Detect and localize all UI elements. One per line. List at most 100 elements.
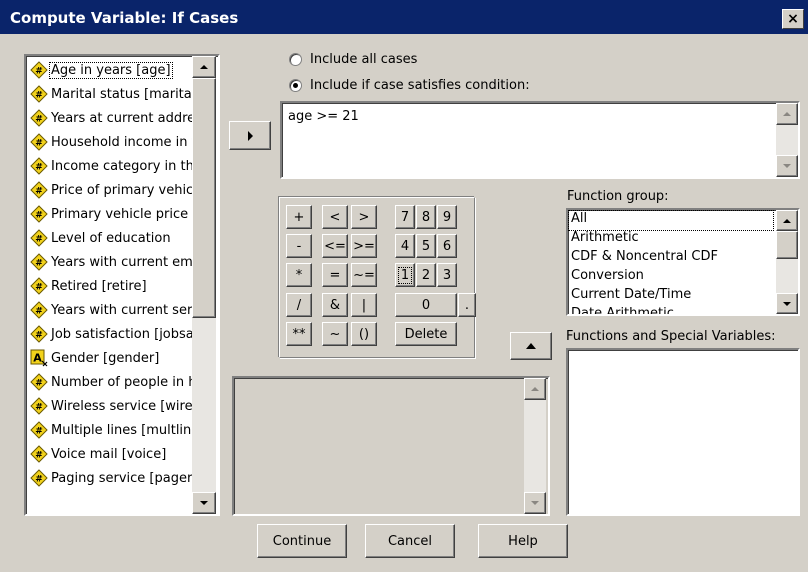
keypad-key[interactable]: 4 — [395, 234, 415, 258]
variable-item[interactable]: # Number of people in household — [30, 370, 202, 394]
function-group-scrollbar[interactable] — [776, 210, 798, 314]
function-group-item[interactable]: Current Date/Time — [571, 287, 691, 306]
keypad-key[interactable]: ~ — [322, 322, 348, 346]
keypad-key[interactable]: 0 — [395, 293, 457, 317]
variable-item[interactable]: # Level of education — [30, 226, 202, 250]
scale-ruler-icon: # — [30, 181, 48, 199]
help-button[interactable]: Help — [478, 524, 568, 558]
keypad-key-label: ~ — [329, 326, 341, 342]
scale-ruler-icon: # — [30, 85, 48, 103]
cancel-button[interactable]: Cancel — [365, 524, 455, 558]
variable-list-scroll-down[interactable] — [192, 492, 216, 514]
move-to-expression-button[interactable] — [229, 121, 271, 150]
keypad-key-label: 2 — [421, 267, 431, 283]
keypad-key[interactable]: = — [322, 263, 348, 287]
variable-list-scrollbar[interactable] — [192, 56, 216, 514]
string-a-icon: A — [30, 349, 48, 367]
variable-item[interactable]: # Income category in thousands — [30, 154, 202, 178]
svg-text:#: # — [35, 235, 43, 245]
variable-item[interactable]: # Job satisfaction [jobsat] — [30, 322, 202, 346]
functions-list[interactable] — [566, 348, 800, 516]
include-all-radio[interactable] — [289, 53, 302, 66]
function-group-scroll-thumb[interactable] — [776, 231, 798, 259]
svg-text:#: # — [35, 187, 43, 197]
include-if-radio[interactable] — [289, 79, 302, 92]
description-scroll-down[interactable] — [524, 492, 546, 514]
variable-item[interactable]: # Voice mail [voice] — [30, 442, 202, 466]
arrow-down-icon — [783, 164, 791, 168]
variable-item[interactable]: # Marital status [marital] — [30, 82, 202, 106]
scale-ruler-icon: # — [30, 397, 48, 415]
include-if-option[interactable]: Include if case satisfies condition: — [289, 78, 530, 93]
svg-text:#: # — [35, 67, 43, 77]
variable-item[interactable]: A Gender [gender] — [30, 346, 202, 370]
keypad-key[interactable]: ** — [286, 322, 312, 346]
variable-item[interactable]: # Years with current employer — [30, 250, 202, 274]
variable-label: Retired [retire] — [51, 278, 147, 294]
insert-function-button[interactable] — [510, 332, 552, 360]
keypad-key[interactable]: >= — [351, 234, 377, 258]
function-group-item[interactable]: All — [568, 210, 774, 231]
keypad-key[interactable]: 9 — [437, 205, 457, 229]
keypad-key[interactable]: < — [322, 205, 348, 229]
condition-scroll-down[interactable] — [776, 155, 798, 177]
scale-ruler-icon: # — [30, 133, 48, 151]
keypad-key[interactable]: * — [286, 263, 312, 287]
description-scroll-up[interactable] — [524, 378, 546, 400]
variable-item[interactable]: # Primary vehicle price category — [30, 202, 202, 226]
keypad-key[interactable]: Delete — [395, 322, 457, 346]
keypad-key[interactable]: 8 — [416, 205, 436, 229]
condition-scrollbar[interactable] — [776, 103, 798, 177]
function-group-item[interactable]: Arithmetic — [571, 230, 639, 249]
keypad-key[interactable]: . — [458, 293, 476, 317]
keypad-key[interactable]: ~= — [351, 263, 377, 287]
svg-text:#: # — [35, 427, 43, 437]
keypad-key[interactable]: & — [322, 293, 348, 317]
keypad-key[interactable]: 1 — [395, 263, 415, 287]
variable-label: Years with current employer — [51, 254, 202, 270]
keypad-key[interactable]: 6 — [437, 234, 457, 258]
keypad-key[interactable]: () — [351, 322, 377, 346]
description-scrollbar[interactable] — [524, 378, 546, 514]
function-group-scroll-up[interactable] — [776, 210, 798, 231]
variable-list-scroll-thumb[interactable] — [192, 78, 216, 318]
function-group-item[interactable]: Conversion — [571, 268, 644, 287]
variable-item[interactable]: # Age in years [age] — [30, 58, 202, 82]
variable-item[interactable]: # Multiple lines [multline] — [30, 418, 202, 442]
function-group-item[interactable]: CDF & Noncentral CDF — [571, 249, 718, 268]
window-title: Compute Variable: If Cases — [10, 9, 239, 27]
keypad-key[interactable]: + — [286, 205, 312, 229]
arrow-right-icon — [247, 130, 253, 141]
variable-label: Household income in thousands — [51, 134, 202, 150]
keypad-key[interactable]: <= — [322, 234, 348, 258]
continue-button[interactable]: Continue — [257, 524, 347, 558]
variable-item[interactable]: # Years at current address — [30, 106, 202, 130]
keypad-key[interactable]: 2 — [416, 263, 436, 287]
continue-label: Continue — [272, 533, 332, 549]
function-group-item[interactable]: Date Arithmetic — [571, 306, 674, 314]
condition-expression-field[interactable]: age >= 21 — [280, 101, 800, 179]
keypad-key[interactable]: - — [286, 234, 312, 258]
keypad-key[interactable]: 3 — [437, 263, 457, 287]
variable-item[interactable]: # Household income in thousands — [30, 130, 202, 154]
variable-item[interactable]: # Price of primary vehicle — [30, 178, 202, 202]
keypad-key[interactable]: / — [286, 293, 312, 317]
variable-item[interactable]: # Retired [retire] — [30, 274, 202, 298]
variable-label: Multiple lines [multline] — [51, 422, 202, 438]
function-group-list[interactable]: All Arithmetic CDF & Noncentral CDF Convers… — [566, 208, 800, 316]
variable-item[interactable]: # Paging service [pager] — [30, 466, 202, 490]
close-button[interactable]: × — [782, 9, 804, 29]
keypad-key[interactable]: > — [351, 205, 377, 229]
keypad-key[interactable]: 7 — [395, 205, 415, 229]
variable-list[interactable]: # Age in years [age] # Marital status [mari… — [24, 54, 220, 516]
condition-scroll-up[interactable] — [776, 103, 798, 125]
include-all-cases-option[interactable]: Include all cases — [289, 52, 417, 67]
variable-item[interactable]: # Years with current service — [30, 298, 202, 322]
variable-list-scroll-up[interactable] — [192, 56, 216, 78]
keypad-key[interactable]: 5 — [416, 234, 436, 258]
function-group-scroll-down[interactable] — [776, 293, 798, 314]
keypad-key[interactable]: | — [351, 293, 377, 317]
scale-ruler-icon: # — [30, 253, 48, 271]
svg-text:#: # — [35, 163, 43, 173]
variable-item[interactable]: # Wireless service [wireless] — [30, 394, 202, 418]
